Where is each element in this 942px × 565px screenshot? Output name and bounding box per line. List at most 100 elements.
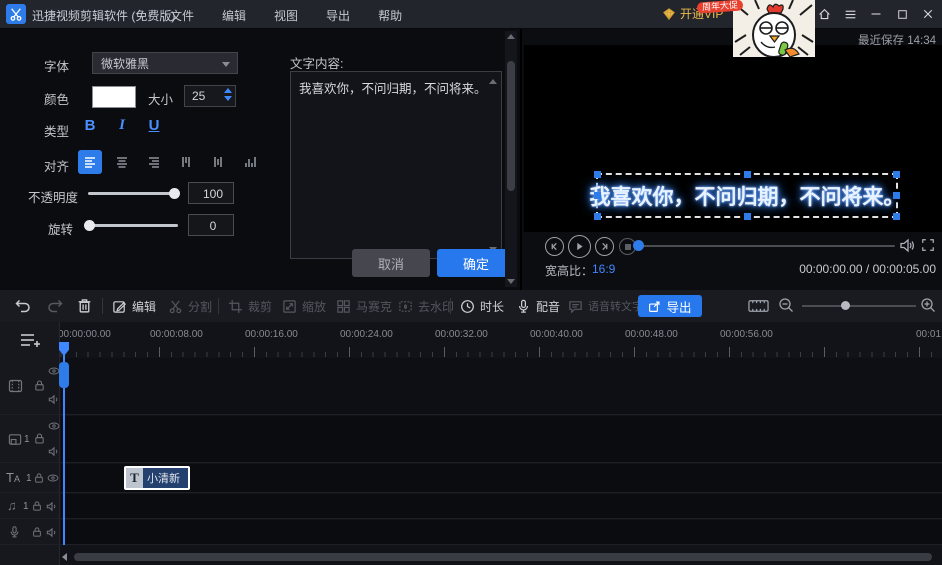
play-button[interactable] <box>568 235 591 258</box>
video-track-lane[interactable] <box>61 358 942 414</box>
fullscreen-icon[interactable] <box>921 238 935 252</box>
timeline-zoom-slider[interactable] <box>802 305 916 307</box>
rotate-slider-thumb[interactable] <box>84 220 95 231</box>
color-swatch[interactable] <box>92 86 136 108</box>
speaker-icon[interactable] <box>46 527 58 538</box>
volume-icon[interactable] <box>899 238 916 253</box>
opacity-slider-thumb[interactable] <box>169 188 180 199</box>
playhead-clip-marker[interactable] <box>59 362 69 388</box>
underline-button[interactable]: U <box>144 117 164 134</box>
toolbar-crop-button[interactable]: 裁剪 <box>228 296 272 316</box>
timeline-ruler[interactable]: 00:00:00.00 00:00:08.00 00:00:16.00 00:0… <box>60 322 942 357</box>
cancel-button[interactable]: 取消 <box>352 249 430 277</box>
export-button[interactable]: 导出 <box>638 295 702 317</box>
resize-handle[interactable] <box>893 213 900 220</box>
align-vertical-middle-button[interactable] <box>206 150 230 174</box>
size-down-icon[interactable] <box>224 96 232 101</box>
align-right-button[interactable] <box>142 150 166 174</box>
opacity-slider[interactable] <box>88 192 178 195</box>
menu-file[interactable]: 文件 <box>170 7 194 24</box>
font-select[interactable]: 微软雅黑 <box>92 52 238 74</box>
speaker-icon[interactable] <box>48 394 60 405</box>
minimize-button[interactable] <box>868 6 884 22</box>
next-frame-button[interactable] <box>595 237 614 256</box>
align-vertical-bottom-button[interactable] <box>238 150 262 174</box>
fit-timeline-icon[interactable] <box>748 299 769 313</box>
aspect-ratio-label: 宽高比： <box>545 262 593 279</box>
lock-icon[interactable] <box>31 500 43 512</box>
toolbar-zoom-button[interactable]: 缩放 <box>282 296 326 316</box>
lock-icon[interactable] <box>33 432 46 445</box>
panel-scrollbar[interactable] <box>505 31 517 287</box>
prev-frame-button[interactable] <box>545 237 564 256</box>
italic-button[interactable]: I <box>112 117 132 134</box>
seek-handle[interactable] <box>633 240 644 251</box>
panel-scrollbar-thumb[interactable] <box>507 61 515 191</box>
zoom-in-icon[interactable] <box>920 297 936 313</box>
lock-icon[interactable] <box>33 379 46 392</box>
music-track-lane[interactable] <box>61 494 942 518</box>
align-left-button[interactable] <box>78 150 102 174</box>
toolbar-speech-to-text-button[interactable]: 语音转文字 <box>568 296 643 316</box>
scroll-left-icon[interactable] <box>62 553 67 561</box>
resize-handle[interactable] <box>744 171 751 178</box>
record-track-lane[interactable] <box>61 520 942 544</box>
toolbar-split-button[interactable]: 分割 <box>168 296 212 316</box>
seek-bar[interactable] <box>637 245 895 247</box>
lock-icon[interactable] <box>31 526 43 538</box>
font-size-input[interactable] <box>185 86 224 106</box>
home-icon[interactable] <box>816 6 832 22</box>
menu-export[interactable]: 导出 <box>326 7 350 24</box>
eye-icon[interactable] <box>47 473 59 483</box>
timeline-hscrollbar[interactable] <box>60 551 942 563</box>
delete-button[interactable] <box>76 297 94 315</box>
toolbar-watermark-button[interactable]: 去水印 <box>398 296 454 316</box>
maximize-button[interactable] <box>894 6 910 22</box>
speaker-icon[interactable] <box>48 446 60 457</box>
toolbar-voiceover-button[interactable]: 配音 <box>516 296 560 316</box>
eye-icon[interactable] <box>48 421 60 431</box>
resize-handle[interactable] <box>594 171 601 178</box>
speaker-icon[interactable] <box>46 501 58 512</box>
lock-icon[interactable] <box>33 472 45 484</box>
aspect-ratio-value[interactable]: 16:9 <box>592 262 615 276</box>
zoom-out-icon[interactable] <box>778 297 794 313</box>
font-size-stepper[interactable] <box>184 85 236 107</box>
textarea-scroll-up-icon[interactable] <box>489 79 497 84</box>
confirm-button[interactable]: 确定 <box>437 249 515 277</box>
align-center-icon <box>115 155 129 169</box>
bold-button[interactable]: B <box>80 117 100 134</box>
resize-handle[interactable] <box>594 213 601 220</box>
track-manager-icon[interactable] <box>20 332 42 348</box>
align-center-button[interactable] <box>110 150 134 174</box>
redo-button[interactable] <box>46 297 64 315</box>
undo-button[interactable] <box>14 297 32 315</box>
opacity-input[interactable] <box>189 183 237 205</box>
rotate-slider[interactable] <box>88 224 178 227</box>
size-up-icon[interactable] <box>224 88 232 93</box>
timeline-zoom-slider-thumb[interactable] <box>841 301 850 310</box>
scroll-up-icon[interactable] <box>507 34 515 39</box>
text-clip[interactable]: T 小清新 <box>124 466 190 490</box>
timeline-hscrollbar-thumb[interactable] <box>74 553 932 561</box>
resize-handle[interactable] <box>893 171 900 178</box>
rotate-input[interactable] <box>189 215 237 237</box>
text-overlay-selection[interactable]: 我喜欢你，不问归期，不问将来。 <box>596 173 898 218</box>
menu-hamburger-icon[interactable] <box>842 6 858 22</box>
track-number: 1 <box>23 501 29 512</box>
toolbar-duration-button[interactable]: 时长 <box>460 296 504 316</box>
menu-help[interactable]: 帮助 <box>378 7 402 24</box>
text-content-input[interactable]: 我喜欢你，不问归期，不问将来。 <box>290 71 502 259</box>
align-vertical-top-button[interactable] <box>174 150 198 174</box>
toolbar-edit-button[interactable]: 编辑 <box>112 296 156 316</box>
toolbar-mosaic-button[interactable]: 马赛克 <box>336 296 392 316</box>
scroll-down-icon[interactable] <box>507 279 515 284</box>
pip-track-lane[interactable] <box>61 416 942 462</box>
resize-handle[interactable] <box>744 213 751 220</box>
resize-handle[interactable] <box>594 192 601 199</box>
text-track-lane[interactable]: T 小清新 <box>61 464 942 492</box>
close-button[interactable] <box>920 6 936 22</box>
menu-edit[interactable]: 编辑 <box>222 7 246 24</box>
resize-handle[interactable] <box>893 192 900 199</box>
menu-view[interactable]: 视图 <box>274 7 298 24</box>
